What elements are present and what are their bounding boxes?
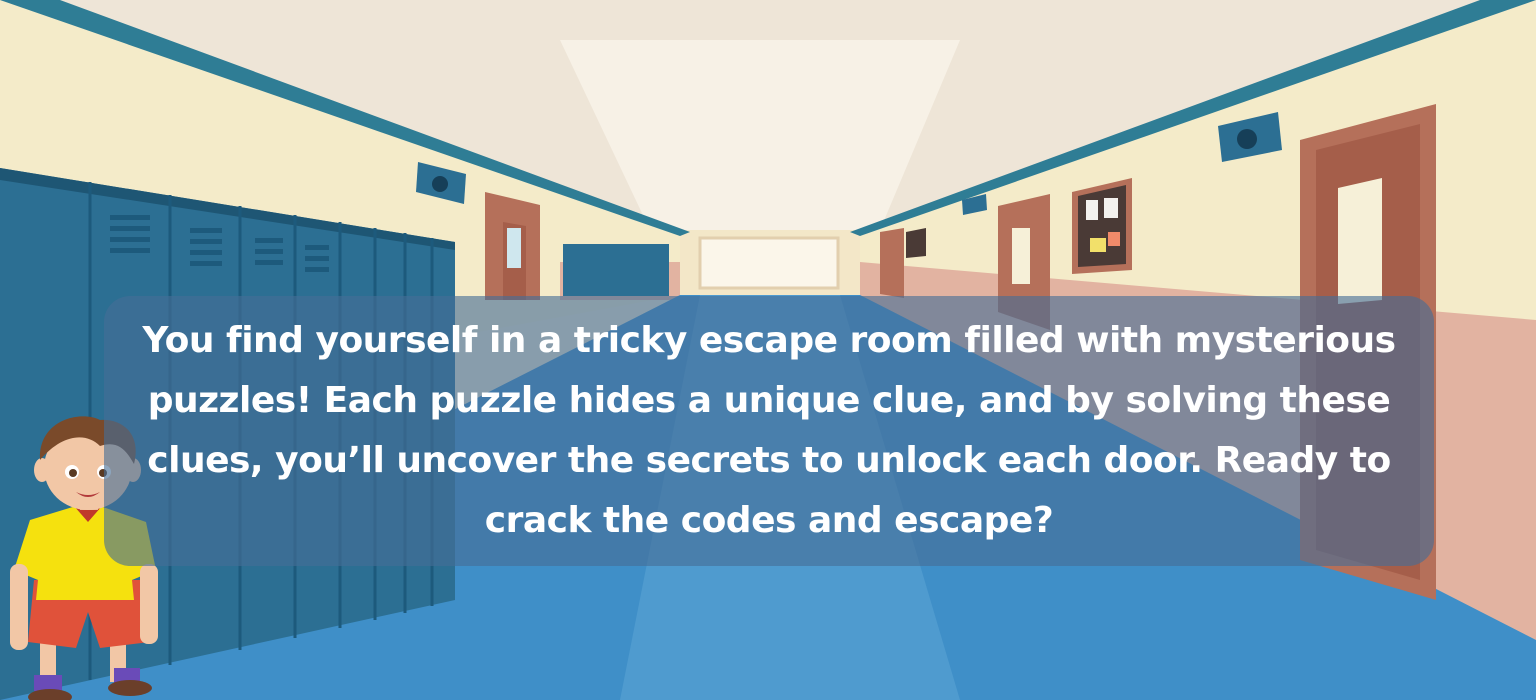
left-door bbox=[485, 192, 540, 300]
intro-text: You find yourself in a tricky escape roo… bbox=[142, 320, 1396, 541]
intro-text-panel: You find yourself in a tricky escape roo… bbox=[104, 296, 1434, 566]
bulletin-board bbox=[906, 228, 926, 258]
far-lockers bbox=[563, 244, 669, 296]
right-door-far bbox=[880, 228, 904, 298]
bulletin-board bbox=[1072, 178, 1132, 274]
end-window bbox=[698, 236, 840, 290]
